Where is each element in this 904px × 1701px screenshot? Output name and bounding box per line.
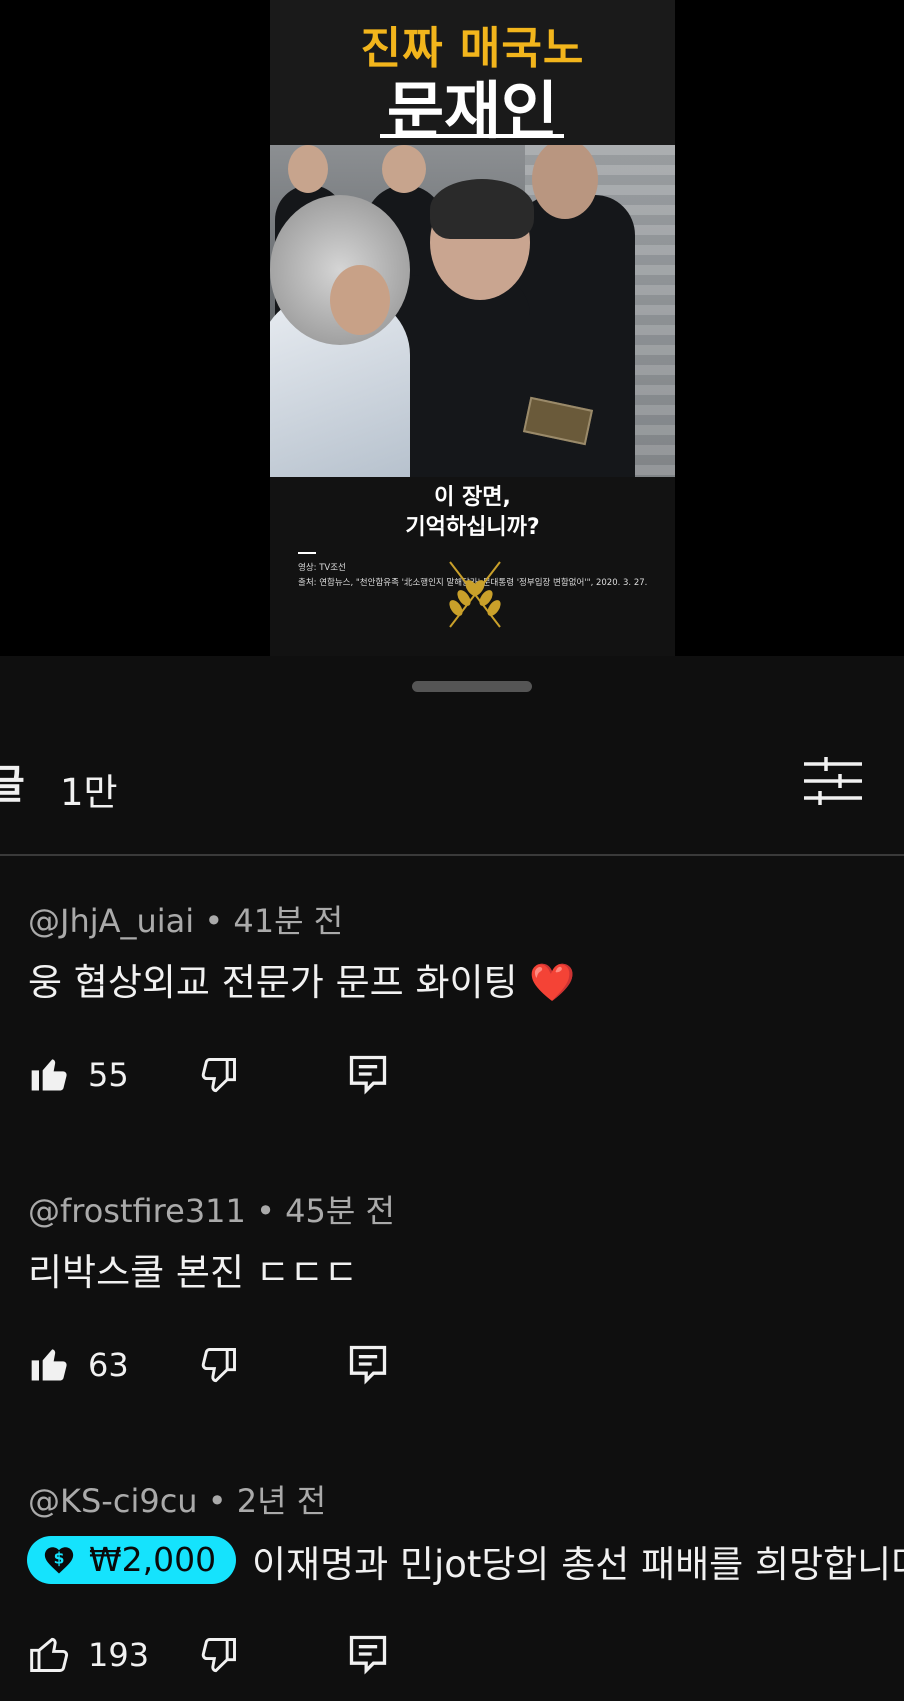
comment-text: 웅 협상외교 전문가 문프 화이팅 ❤️ <box>28 961 576 1004</box>
filter-sliders-icon[interactable] <box>804 756 862 806</box>
comment-actions: 193 <box>28 1632 408 1680</box>
comments-count: 1만 <box>60 771 118 814</box>
svg-text:$: $ <box>54 1550 65 1568</box>
header-divider <box>0 854 904 856</box>
video-credit: 영상: TV조선 <box>298 563 346 573</box>
thumbs-up-icon[interactable] <box>28 1342 72 1386</box>
thumbs-down-icon[interactable] <box>196 1634 240 1678</box>
thumbs-down-icon[interactable] <box>196 1054 240 1098</box>
comment-author[interactable]: @KS-ci9cu <box>28 1482 198 1520</box>
super-thanks-badge[interactable]: $ ₩2,000 <box>27 1536 237 1584</box>
credit-dash <box>298 552 316 554</box>
meta-separator: • <box>207 1482 237 1520</box>
video-frame: 진짜 매국노 문재인 이 장면, 기억하십니까? 영상: TV조선 출처: 연합… <box>270 0 675 656</box>
thumbs-up-icon[interactable] <box>28 1052 72 1096</box>
like-count: 55 <box>88 1056 129 1094</box>
comment-text: 리박스쿨 본진 ㄷㄷㄷ <box>28 1251 358 1294</box>
video-caption-line2: 기억하십니까? <box>405 515 540 540</box>
reply-icon[interactable] <box>346 1052 390 1096</box>
comment-time: 41분 전 <box>233 902 344 940</box>
comment-time: 2년 전 <box>236 1482 327 1520</box>
meta-separator: • <box>256 1192 286 1230</box>
reply-icon[interactable] <box>346 1632 390 1676</box>
comment-time: 45분 전 <box>285 1192 395 1230</box>
comments-title: 글 <box>0 762 25 808</box>
like-count: 63 <box>88 1346 129 1384</box>
video-title-band: 진짜 매국노 문재인 <box>270 0 675 147</box>
comment-author[interactable]: @frostfire311 <box>28 1192 246 1230</box>
reply-icon[interactable] <box>346 1342 390 1386</box>
wreath-emblem-icon <box>449 561 501 628</box>
comment-meta: @frostfire311 • 45분 전 <box>28 1186 395 1232</box>
thumbs-up-icon[interactable] <box>28 1632 72 1676</box>
meta-separator: • <box>204 902 234 940</box>
comment-actions: 63 <box>28 1342 408 1390</box>
comment-meta: @KS-ci9cu • 2년 전 <box>28 1476 326 1522</box>
video-player[interactable]: 진짜 매국노 문재인 이 장면, 기억하십니까? 영상: TV조선 출처: 연합… <box>0 0 904 656</box>
title-underline <box>380 134 564 138</box>
super-thanks-icon: $ <box>44 1547 74 1574</box>
sheet-drag-handle[interactable] <box>412 681 532 692</box>
comment-text: 이재명과 민jot당의 총선 패배를 희망합니다 <box>252 1543 904 1586</box>
like-count: 193 <box>88 1636 150 1674</box>
video-caption-line1: 이 장면, <box>434 485 511 510</box>
comment-actions: 55 <box>28 1052 408 1100</box>
thanks-amount: ₩2,000 <box>89 1540 217 1579</box>
video-scene-image <box>270 145 675 477</box>
comment-meta: @JhjA_uiai • 41분 전 <box>28 896 343 942</box>
comment-author[interactable]: @JhjA_uiai <box>28 902 194 940</box>
thumbs-down-icon[interactable] <box>196 1344 240 1388</box>
video-caption: 이 장면, 기억하십니까? <box>270 483 675 543</box>
